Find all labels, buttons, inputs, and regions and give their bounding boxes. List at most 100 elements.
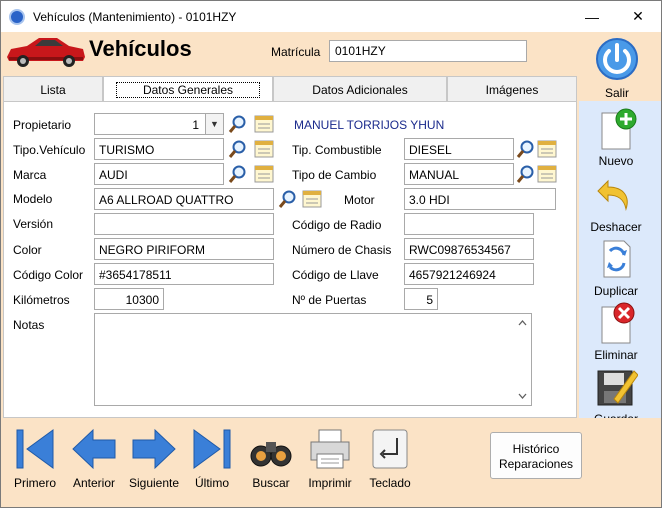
tipo-cambio-input[interactable]: MANUAL: [404, 163, 514, 185]
binoculars-icon: [250, 442, 292, 467]
undo-icon: [597, 179, 628, 211]
first-record-icon: [16, 429, 54, 469]
list-modelo-icon[interactable]: [302, 189, 322, 209]
enter-key-icon: [372, 429, 408, 469]
codigo-radio-input[interactable]: [404, 213, 534, 235]
search-combustible-icon[interactable]: [516, 139, 536, 159]
search-marca-icon[interactable]: [228, 164, 248, 184]
eliminar-label: Eliminar: [594, 348, 638, 362]
app-icon: [9, 9, 25, 25]
num-puertas-label: Nº de Puertas: [292, 293, 367, 307]
notas-textarea[interactable]: [94, 313, 532, 406]
list-cambio-icon[interactable]: [537, 164, 557, 184]
teclado-label: Teclado: [369, 476, 411, 490]
kilometros-label: Kilómetros: [13, 293, 70, 307]
duplicar-button[interactable]: Duplicar: [579, 237, 653, 298]
tab-lista[interactable]: Lista: [3, 76, 103, 101]
tipo-vehiculo-label: Tipo.Vehículo: [13, 143, 86, 157]
duplicate-icon: [603, 240, 631, 278]
codigo-radio-label: Código de Radio: [292, 218, 382, 232]
exit-button[interactable]: Salir: [587, 35, 647, 100]
title-bar: Vehículos (Mantenimiento) - 0101HZY — ✕: [1, 1, 661, 32]
header: Vehículos Matrícula 0101HZY: [1, 32, 661, 76]
motor-label: Motor: [344, 193, 375, 207]
siguiente-button[interactable]: Siguiente: [125, 426, 183, 490]
search-propietario-icon[interactable]: [228, 114, 248, 134]
codigo-llave-label: Código de Llave: [292, 268, 379, 282]
tab-imagenes[interactable]: Imágenes: [447, 76, 577, 101]
modelo-input[interactable]: A6 ALLROAD QUATTRO: [94, 188, 274, 210]
historico-reparaciones-button[interactable]: Histórico Reparaciones: [490, 432, 582, 479]
primero-label: Primero: [13, 476, 56, 490]
anterior-button[interactable]: Anterior: [65, 426, 123, 490]
tipo-combustible-input[interactable]: DIESEL: [404, 138, 514, 160]
historico-label-line2: Reparaciones: [498, 457, 574, 471]
close-button[interactable]: ✕: [615, 1, 661, 32]
tab-datos-generales[interactable]: Datos Generales: [103, 76, 273, 102]
list-propietario-icon[interactable]: [254, 114, 274, 134]
version-label: Versión: [13, 217, 54, 231]
power-icon: [596, 38, 638, 80]
motor-input[interactable]: 3.0 HDI: [404, 188, 556, 210]
list-marca-icon[interactable]: [254, 164, 274, 184]
propietario-combo[interactable]: 1 ▼: [94, 113, 224, 135]
window-title: Vehículos (Mantenimiento) - 0101HZY: [33, 10, 237, 24]
minimize-button[interactable]: —: [569, 1, 615, 32]
num-puertas-input[interactable]: 5: [404, 288, 438, 310]
tab-strip: Lista Datos Generales Datos Adicionales …: [3, 76, 577, 102]
matricula-label: Matrícula: [271, 45, 321, 59]
next-icon: [132, 428, 176, 470]
codigo-color-input[interactable]: #3654178511: [94, 263, 274, 285]
propietario-name: MANUEL TORRIJOS YHUN: [294, 118, 445, 132]
tipo-cambio-label: Tipo de Cambio: [292, 168, 377, 182]
propietario-value: 1: [192, 118, 199, 132]
new-document-icon: [601, 108, 637, 150]
guardar-button[interactable]: Guardar: [579, 365, 653, 426]
color-label: Color: [13, 243, 42, 257]
previous-icon: [72, 428, 116, 470]
list-combustible-icon[interactable]: [537, 139, 557, 159]
color-input[interactable]: NEGRO PIRIFORM: [94, 238, 274, 260]
version-input[interactable]: [94, 213, 274, 235]
duplicar-label: Duplicar: [593, 284, 638, 298]
marca-input[interactable]: AUDI: [94, 163, 224, 185]
ultimo-button[interactable]: Último: [187, 426, 237, 490]
modelo-label: Modelo: [13, 192, 53, 206]
marca-label: Marca: [13, 168, 47, 182]
printer-icon: [310, 429, 350, 469]
numero-chasis-input[interactable]: RWC09876534567: [404, 238, 534, 260]
siguiente-label: Siguiente: [128, 476, 180, 490]
datos-generales-panel: Propietario 1 ▼ MANUEL TORRIJOS YHUN Tip…: [3, 101, 577, 418]
page-title: Vehículos: [89, 36, 192, 61]
search-tipo-vehiculo-icon[interactable]: [228, 139, 248, 159]
buscar-label: Buscar: [252, 476, 290, 490]
tipo-vehiculo-input[interactable]: TURISMO: [94, 138, 224, 160]
buscar-button[interactable]: Buscar: [245, 426, 297, 490]
deshacer-button[interactable]: Deshacer: [579, 173, 653, 234]
kilometros-input[interactable]: 10300: [94, 288, 164, 310]
nuevo-button[interactable]: Nuevo: [579, 107, 653, 168]
codigo-color-label: Código Color: [13, 268, 84, 282]
notas-scrollbar[interactable]: [514, 314, 531, 405]
side-actions: Nuevo Deshacer Duplicar Eliminar: [579, 101, 661, 431]
primero-button[interactable]: Primero: [9, 426, 61, 490]
imprimir-label: Imprimir: [308, 476, 352, 490]
teclado-button[interactable]: Teclado: [363, 426, 417, 490]
exit-label: Salir: [604, 86, 629, 100]
matricula-input[interactable]: 0101HZY: [329, 40, 527, 62]
codigo-llave-input[interactable]: 4657921246924: [404, 263, 534, 285]
search-modelo-icon[interactable]: [278, 189, 298, 209]
car-icon: [7, 38, 85, 67]
tab-datos-adicionales[interactable]: Datos Adicionales: [273, 76, 447, 101]
deshacer-label: Deshacer: [590, 220, 642, 234]
chevron-down-icon[interactable]: ▼: [205, 114, 223, 134]
vehiculos-window: Vehículos (Mantenimiento) - 0101HZY — ✕ …: [0, 0, 662, 508]
bottom-toolbar: Primero Anterior Siguiente Último Buscar…: [1, 418, 661, 507]
nuevo-label: Nuevo: [598, 154, 634, 168]
search-cambio-icon[interactable]: [516, 164, 536, 184]
list-tipo-vehiculo-icon[interactable]: [254, 139, 274, 159]
imprimir-button[interactable]: Imprimir: [303, 426, 357, 490]
eliminar-button[interactable]: Eliminar: [579, 301, 653, 362]
last-record-icon: [193, 429, 231, 469]
ultimo-label: Último: [194, 476, 229, 490]
